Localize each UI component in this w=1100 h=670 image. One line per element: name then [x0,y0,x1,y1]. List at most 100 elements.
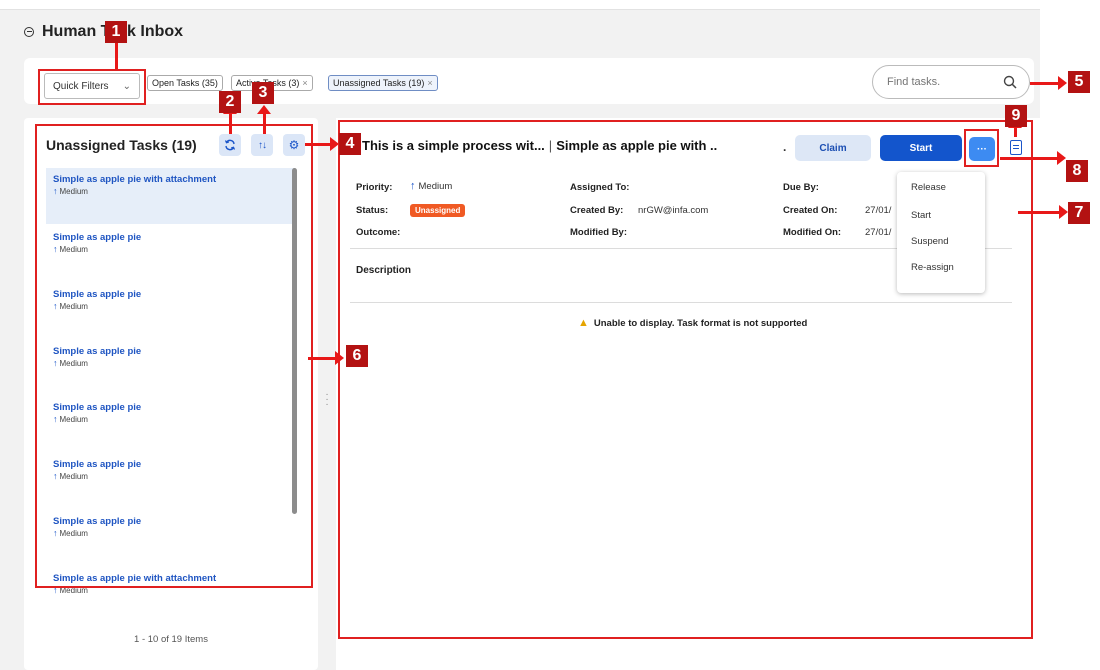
chip-label: Open Tasks (35) [152,78,218,88]
status-badge: Unassigned [410,204,466,217]
more-actions-button[interactable]: ··· [969,137,995,161]
task-name: Simple as apple pie [53,289,142,300]
gear-icon: ⚙ [288,138,300,152]
title-separator: | [548,138,553,153]
arrow-up-icon: ↑ [53,244,58,254]
created-by-value: nrGW@infa.com [638,205,709,216]
annotation-arrow [1000,151,1066,165]
task-name: Simple as apple pie with .. [556,138,718,153]
menu-item-reassign[interactable]: Re-assign [911,262,954,273]
list-item[interactable]: Simple as apple pie ↑ Medium [46,453,294,509]
filter-chip-unassigned-tasks[interactable]: Unassigned Tasks (19) × [328,75,438,91]
task-list-title: Unassigned Tasks (19) [46,137,197,153]
right-margin [1040,0,1100,670]
close-icon[interactable]: × [302,78,307,88]
annotation-arrow [305,137,339,151]
chevron-down-icon: ⌄ [122,80,131,92]
callout-badge: 8 [1066,160,1088,182]
task-name: Simple as apple pie [53,402,142,413]
callout-badge: 1 [105,21,127,43]
warning-icon: ▲ [578,317,589,329]
arrow-up-icon: ↑ [53,414,58,424]
menu-item-start[interactable]: Start [911,210,931,221]
list-item[interactable]: Simple as apple pie ↑ Medium [46,226,294,282]
list-item[interactable]: Simple as apple pie ↑ Medium [46,510,294,566]
priority-label: Medium [59,358,88,368]
list-item[interactable]: Simple as apple pie ↑ Medium [46,396,294,452]
task-priority: ↑ Medium [53,585,287,595]
priority-value: ↑ Medium [410,180,452,192]
annotation-arrow [1030,76,1067,90]
priority-label: Medium [59,585,88,595]
page-header: Human Task Inbox [24,23,183,41]
filter-chip-open-tasks[interactable]: Open Tasks (35) [147,75,223,91]
close-icon[interactable]: × [427,78,432,88]
title-dot: . [783,140,787,154]
list-item[interactable]: Simple as apple pie with attachment ↑ Med… [46,168,294,224]
task-name: Simple as apple pie [53,516,142,527]
annotation-arrow [1008,119,1022,137]
arrow-up-icon: ↑ [53,471,58,481]
sort-button[interactable]: ↑↓ [251,134,273,156]
callout-badge: 7 [1068,202,1090,224]
due-by-label: Due By: [783,182,819,193]
sort-icon: ↑↓ [258,139,267,151]
divider [350,302,1012,303]
menu-item-suspend[interactable]: Suspend [911,236,949,247]
priority-label: Medium [59,528,88,538]
list-item[interactable]: Simple as apple pie ↑ Medium [46,283,294,339]
unsupported-warning: ▲ Unable to display. Task format is not … [578,317,807,329]
task-priority: ↑ Medium [53,528,287,538]
refresh-icon [224,139,236,151]
start-button[interactable]: Start [880,135,962,161]
annotation-arrow [308,351,344,365]
arrow-up-icon: ↑ [53,585,58,595]
arrow-up-icon: ↑ [53,301,58,311]
status-label: Status: [356,205,389,216]
callout-badge: 6 [346,345,368,367]
callout-badge: 4 [339,133,361,155]
list-item[interactable]: Simple as apple pie with attachment ↑ Med… [46,567,294,623]
process-name: This is a simple process wit... [362,138,545,153]
menu-item-release[interactable]: Release [911,182,946,193]
settings-button[interactable]: ⚙ [283,134,305,156]
created-on-value: 27/01/ [865,205,892,216]
scrollbar-thumb[interactable] [292,168,297,514]
created-by-label: Created By: [570,205,624,216]
search-icon[interactable] [1003,75,1017,89]
priority-label: Priority: [356,182,393,193]
task-priority: ↑ Medium [53,301,287,311]
task-name: Simple as apple pie with attachment [53,174,217,185]
chip-label: Unassigned Tasks (19) [333,78,425,88]
notes-icon[interactable] [1010,140,1022,155]
priority-label: Medium [59,186,88,196]
list-item[interactable]: Simple as apple pie ↑ Medium [46,340,294,396]
annotation-arrow [223,105,237,134]
collapse-icon[interactable] [24,27,34,37]
description-heading: Description [356,265,412,276]
priority-label: Medium [59,414,88,424]
annotation-arrow [1018,205,1068,219]
task-name: Simple as apple pie [53,459,142,470]
modified-by-label: Modified By: [570,227,627,238]
task-name: Simple as apple pie [53,346,142,357]
claim-button[interactable]: Claim [795,135,871,161]
search-input[interactable] [887,76,997,88]
annotation-arrow [257,105,271,134]
search-box [872,65,1030,99]
callout-badge: 2 [219,91,241,113]
task-priority: ↑ Medium [53,414,287,424]
task-priority: ↑ Medium [53,244,287,254]
task-priority: ↑ Medium [53,471,287,481]
task-priority: ↑ Medium [53,358,287,368]
priority-label: Medium [59,301,88,311]
splitter-handle[interactable]: · · · [324,390,330,410]
quick-filters-dropdown[interactable]: Quick Filters ⌄ [44,73,140,99]
actions-menu: Release Start Suspend Re-assign [897,172,985,293]
task-name: Simple as apple pie with attachment [53,573,217,584]
priority-label: Medium [59,471,88,481]
refresh-button[interactable] [219,134,241,156]
arrow-up-icon: ↑ [410,180,416,192]
quick-filters-label: Quick Filters [53,80,109,92]
arrow-up-icon: ↑ [53,186,58,196]
